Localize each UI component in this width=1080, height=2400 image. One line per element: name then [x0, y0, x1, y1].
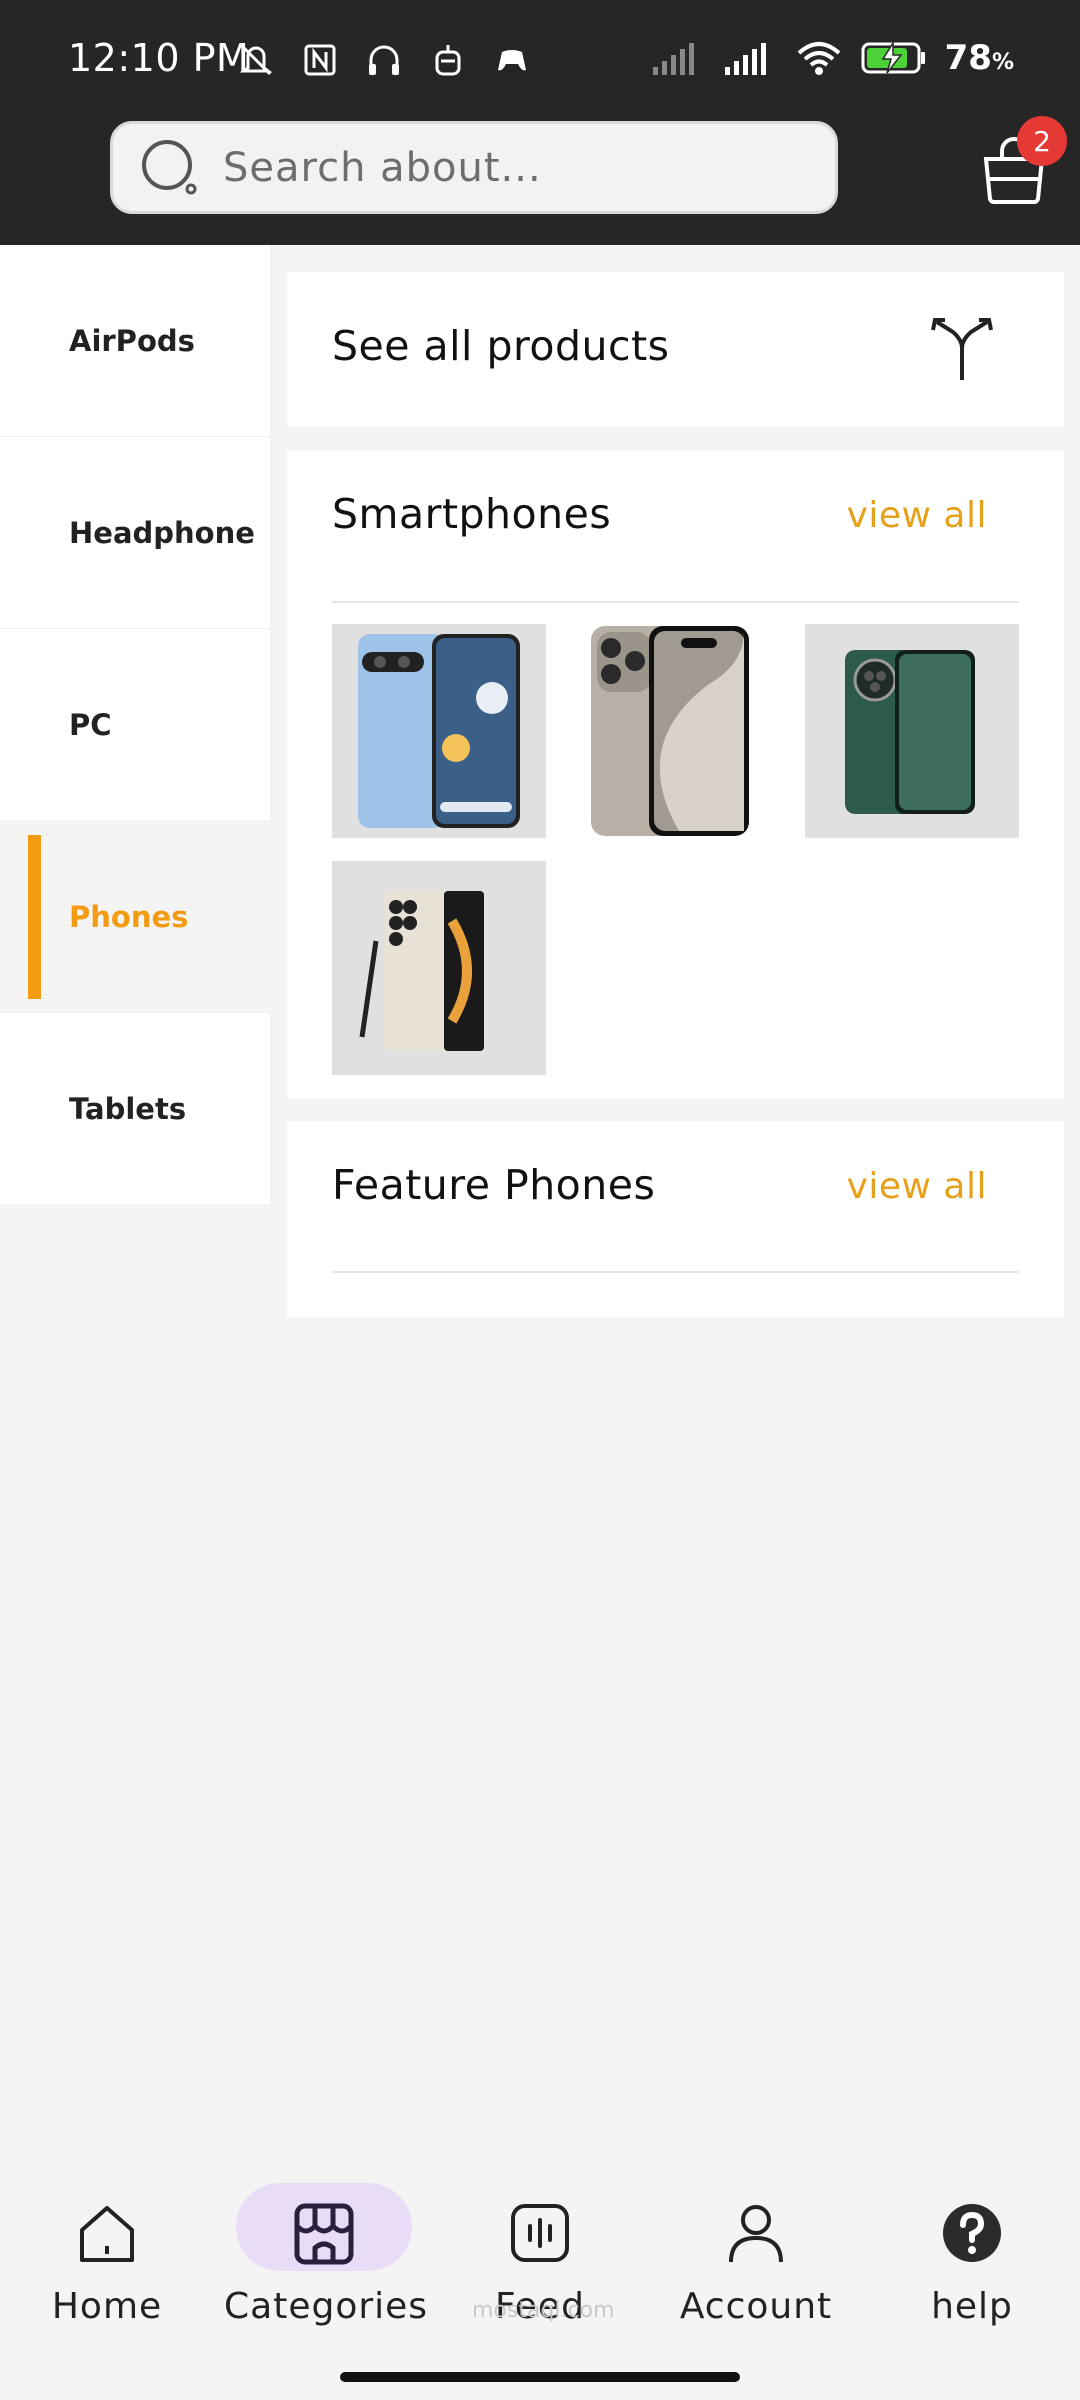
search-icon: [142, 139, 197, 194]
signal-icon: [724, 43, 766, 75]
help-icon: [943, 2204, 1001, 2262]
home-indicator[interactable]: [340, 2372, 740, 2382]
divider: [332, 601, 1019, 603]
sidebar-item-phones[interactable]: Phones: [0, 821, 270, 1013]
phone-image: [845, 650, 975, 814]
nav-account[interactable]: Account: [656, 2198, 856, 2327]
person-icon: [729, 2205, 783, 2263]
product-thumb-galaxy[interactable]: [332, 861, 546, 1075]
watermark: mostaql.com: [472, 2298, 615, 2323]
battery-charging-icon: [861, 40, 925, 74]
divider: [332, 1271, 1019, 1273]
mute-vibrate-icon: [239, 44, 273, 76]
notification-icons: [236, 40, 532, 80]
section-feature-phones: Feature Phones view all: [287, 1121, 1064, 1317]
sidebar-item-tablets[interactable]: Tablets: [0, 1013, 270, 1205]
fork-arrows-icon: [931, 318, 993, 380]
search-bar[interactable]: [110, 121, 838, 214]
phone-image: [591, 626, 749, 836]
product-thumb-iphone[interactable]: [569, 624, 783, 838]
sidebar-item-headphone[interactable]: Headphone: [0, 437, 270, 629]
sidebar-item-label: AirPods: [69, 323, 195, 358]
section-smartphones: Smartphones view all: [287, 450, 1064, 1098]
home-icon: [80, 2206, 134, 2262]
cart-badge: 2: [1017, 116, 1067, 166]
signal-icon: [652, 43, 694, 75]
product-thumb-oneplus[interactable]: [805, 624, 1019, 838]
sidebar-item-airpods[interactable]: AirPods: [0, 245, 270, 437]
view-all-link[interactable]: view all: [847, 495, 987, 536]
battery-percent: 78%: [944, 38, 1014, 78]
nav-label: Categories: [224, 2286, 429, 2327]
sidebar-item-label: Tablets: [69, 1091, 187, 1126]
status-time: 12:10 PM: [68, 36, 250, 80]
section-title: Smartphones: [332, 490, 612, 538]
sidebar-item-pc[interactable]: PC: [0, 629, 270, 821]
sidebar-item-label: Headphone: [69, 515, 255, 550]
nfc-icon: [304, 44, 336, 76]
section-title: Feature Phones: [332, 1161, 656, 1209]
nav-label: Account: [679, 2286, 833, 2327]
headphones-icon: [369, 45, 399, 75]
robot-icon: [435, 45, 461, 76]
nav-label: help: [931, 2286, 1013, 2327]
sidebar-item-label: PC: [69, 707, 112, 742]
nav-label: Home: [51, 2286, 163, 2327]
wifi-icon: [797, 42, 840, 75]
view-all-link[interactable]: view all: [847, 1166, 987, 1207]
store-icon: [294, 2203, 354, 2265]
phone-image: [358, 634, 520, 828]
feed-icon: [511, 2204, 569, 2262]
sidebar-item-label: Phones: [69, 899, 189, 934]
status-bar: 12:10 PM 78%: [0, 0, 1080, 120]
see-all-products-card[interactable]: See all products: [287, 272, 1064, 426]
active-indicator: [28, 835, 41, 999]
bottom-navigation: Home Categories Feed Account help: [0, 2160, 1080, 2400]
phone-image: [359, 891, 484, 1051]
search-input[interactable]: [223, 144, 803, 191]
app-header: 12:10 PM 78% 2: [0, 0, 1080, 245]
nav-home[interactable]: Home: [7, 2198, 207, 2327]
product-thumb-pixel[interactable]: [332, 624, 546, 838]
nav-categories[interactable]: Categories: [224, 2198, 429, 2327]
gamepad-icon: [498, 50, 526, 71]
category-sidebar: AirPods Headphone PC Phones Tablets: [0, 245, 270, 1205]
status-right-icons: 78%: [651, 38, 1014, 78]
nav-help[interactable]: help: [872, 2198, 1072, 2327]
see-all-products-label: See all products: [332, 322, 670, 370]
